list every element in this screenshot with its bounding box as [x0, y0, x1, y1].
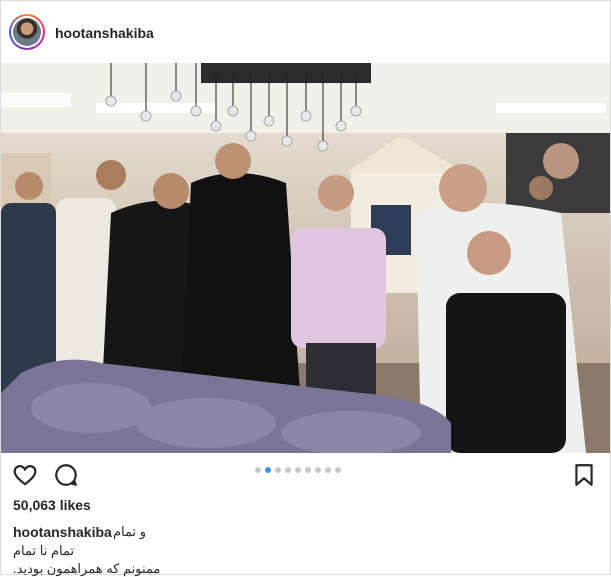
post-header: hootanshakiba [1, 1, 610, 64]
caption-username[interactable]: hootanshakiba [13, 524, 112, 540]
caption-line-1: و تمام [113, 524, 147, 539]
comment-bubble-icon[interactable] [53, 462, 79, 488]
avatar-image [13, 18, 41, 46]
likes-count[interactable]: 50,063 likes [13, 497, 91, 513]
carousel-dot [265, 467, 271, 473]
carousel-indicator [255, 467, 341, 475]
caption-line-2: تمام نا تمام [13, 543, 75, 558]
carousel-dot [325, 467, 331, 473]
carousel-dot [335, 467, 341, 473]
carousel-dot [315, 467, 321, 473]
username[interactable]: hootanshakiba [55, 25, 154, 41]
heart-icon[interactable] [12, 462, 38, 488]
avatar[interactable] [9, 14, 45, 50]
photo-illustration [1, 63, 610, 453]
post-photo[interactable] [1, 63, 610, 453]
carousel-dot [295, 467, 301, 473]
bookmark-icon[interactable] [571, 462, 597, 488]
carousel-dot [255, 467, 261, 473]
carousel-dot [305, 467, 311, 473]
carousel-dot [275, 467, 281, 473]
carousel-dot [285, 467, 291, 473]
instagram-post: hootanshakiba 50,063 likes hootanshakiba… [0, 0, 611, 576]
